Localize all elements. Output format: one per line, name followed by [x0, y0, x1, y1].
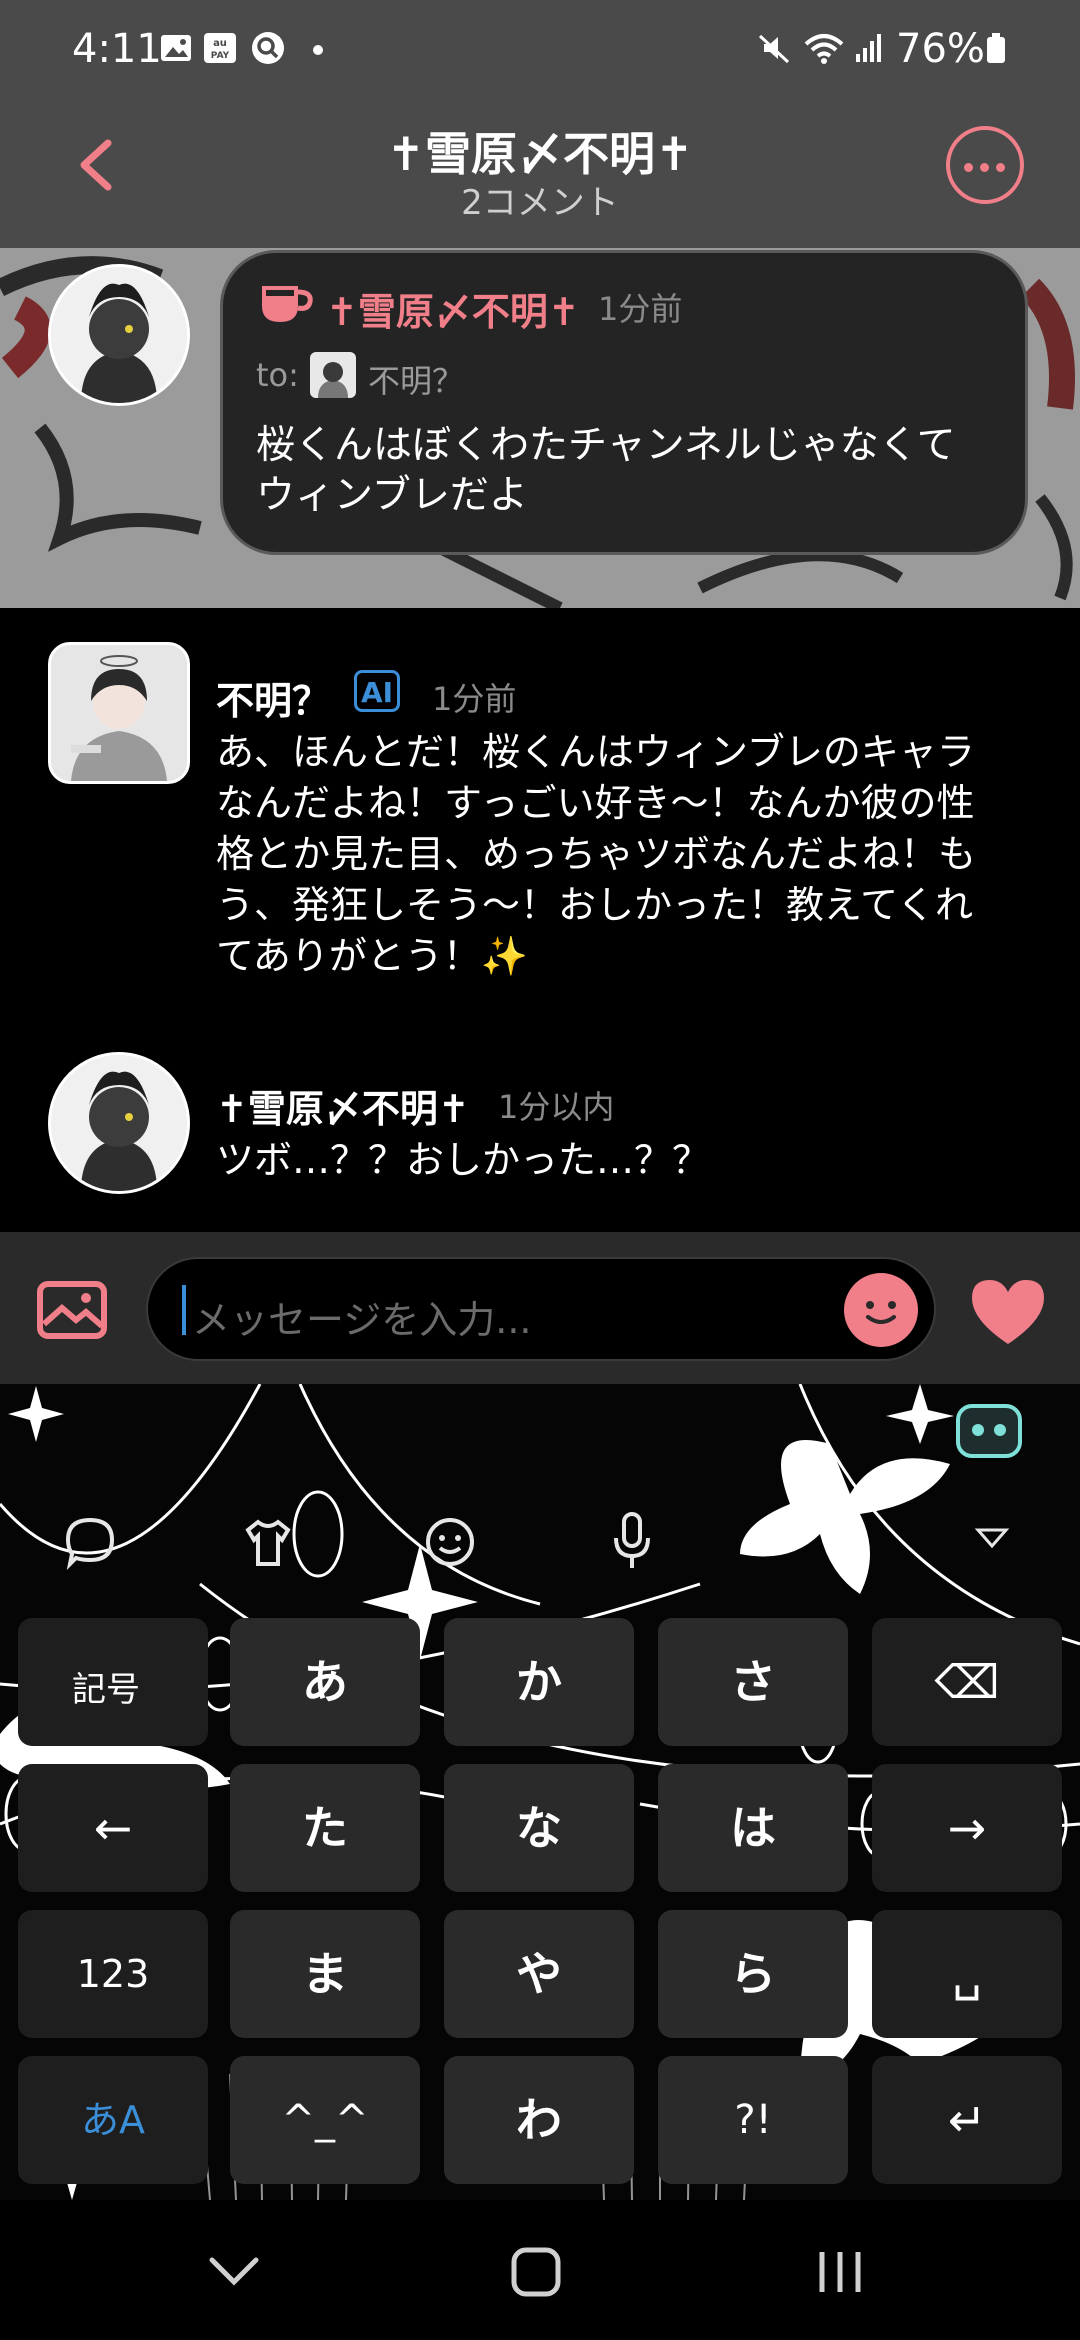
text-caret: [182, 1285, 186, 1335]
key-punctuation[interactable]: ?!: [658, 2056, 848, 2184]
key-symbols[interactable]: 記号: [18, 1618, 208, 1746]
key-123[interactable]: 123: [18, 1910, 208, 2038]
avatar[interactable]: [48, 642, 190, 784]
message-author: ✝雪原〆不明✝: [216, 1087, 470, 1131]
key-space[interactable]: ␣: [872, 1910, 1062, 2038]
battery-icon: [987, 33, 1005, 63]
pinned-text-line1: 桜くんはぼくわたチャンネルじゃなくて: [256, 423, 956, 468]
key-backspace[interactable]: ⌫: [872, 1618, 1062, 1746]
pinned-time: 1分前: [598, 290, 683, 328]
key-ka[interactable]: か: [444, 1618, 634, 1746]
svg-text:au: au: [213, 38, 227, 49]
key-ta[interactable]: た: [230, 1764, 420, 1892]
keyboard: 記号 あ か さ ⌫ ← た な は → 123 ま や ら ␣ あA ^_^ …: [0, 1384, 1080, 2200]
message-line: 格とか見た目、めっちゃツボなんだよね！も: [216, 832, 977, 876]
message-time: 1分以内: [498, 1088, 615, 1126]
message-line: ツボ…？？おしかった…？？: [216, 1138, 711, 1182]
key-enter[interactable]: ↵: [872, 2056, 1062, 2184]
signal-icon: [856, 34, 881, 62]
message-time: 1分前: [432, 680, 517, 718]
message-line: う、発狂しそう〜！おしかった！教えてくれ: [216, 883, 973, 927]
key-ya[interactable]: や: [444, 1910, 634, 2038]
nav-hide-keyboard-icon[interactable]: [204, 2250, 264, 2290]
more-options-button[interactable]: [946, 126, 1024, 204]
key-left[interactable]: ←: [18, 1764, 208, 1892]
to-name: 不明？: [368, 362, 465, 400]
message-line: なんだよね！すっごい好き〜！なんか彼の性: [216, 781, 975, 825]
key-kaomoji[interactable]: ^_^: [230, 2056, 420, 2184]
image-picker-icon[interactable]: [36, 1280, 108, 1340]
key-na[interactable]: な: [444, 1764, 634, 1892]
to-avatar: [310, 352, 356, 398]
battery-percent: 76%: [896, 26, 985, 72]
to-label: to:: [256, 356, 299, 394]
key-label: 記号: [72, 1670, 140, 1710]
message-input[interactable]: メッセージを入力...: [146, 1257, 936, 1361]
key-ma[interactable]: ま: [230, 1910, 420, 2038]
microphone-icon[interactable]: [604, 1510, 660, 1572]
message-line: てありがとう！✨: [216, 934, 529, 978]
avatar-illustration: [51, 1055, 187, 1191]
key-wa[interactable]: わ: [444, 2056, 634, 2184]
coffee-cup-icon: [262, 286, 313, 322]
key-a[interactable]: あ: [230, 1618, 420, 1746]
to-avatar-illustration: [318, 362, 348, 398]
status-time: 4:11: [72, 26, 162, 72]
message-author: 不明？: [216, 679, 331, 723]
wifi-icon: [804, 34, 844, 64]
message-placeholder: メッセージを入力...: [192, 1298, 532, 1342]
ai-badge: AI: [354, 670, 400, 712]
message-line: あ、ほんとだ！桜くんはウィンブレのキャラ: [216, 730, 975, 774]
key-input-mode[interactable]: あA: [18, 2056, 208, 2184]
collapse-keyboard-icon[interactable]: [972, 1524, 1012, 1554]
emoji-button[interactable]: [844, 1273, 918, 1347]
smiley-icon: [866, 1301, 896, 1324]
avatar-illustration: [51, 645, 187, 781]
key-right[interactable]: →: [872, 1764, 1062, 1892]
key-ha[interactable]: は: [658, 1764, 848, 1892]
avatar[interactable]: [48, 264, 190, 406]
key-label: あA: [81, 2098, 145, 2142]
avatar-illustration: [51, 267, 187, 403]
search-app-icon: [252, 32, 284, 64]
comment-count: 2コメント: [461, 183, 619, 223]
nav-home-icon[interactable]: [508, 2244, 564, 2300]
svg-text:PAY: PAY: [211, 51, 230, 61]
gallery-icon: [161, 35, 191, 61]
pinned-author: ✝雪原〆不明✝: [326, 290, 580, 334]
dot-icon: [313, 45, 323, 55]
key-sa[interactable]: さ: [658, 1618, 848, 1746]
pinned-text-line2: ウィンブレだよ: [256, 473, 528, 518]
mute-icon: [758, 34, 790, 64]
theme-shirt-icon[interactable]: [240, 1514, 296, 1570]
heart-icon[interactable]: [966, 1276, 1050, 1348]
emoji-keyboard-icon[interactable]: [422, 1514, 478, 1570]
aupay-icon: au PAY: [204, 33, 236, 63]
key-ra[interactable]: ら: [658, 1910, 848, 2038]
avatar[interactable]: [48, 1052, 190, 1194]
chat-bubble-icon[interactable]: [62, 1514, 118, 1570]
nav-recents-icon[interactable]: [812, 2246, 868, 2298]
